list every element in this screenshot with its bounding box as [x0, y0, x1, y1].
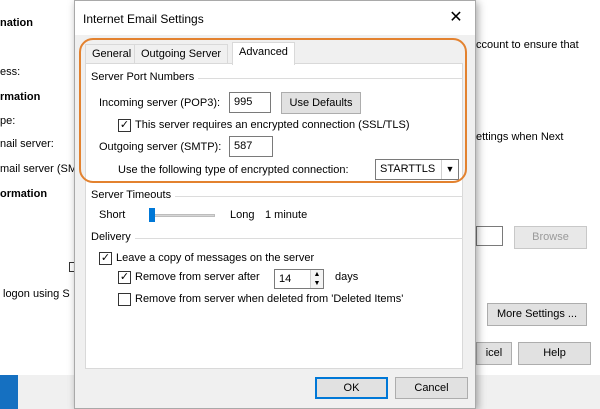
delivery-heading: Delivery: [91, 231, 135, 243]
encryption-type-select[interactable]: STARTTLS ▼: [375, 159, 459, 180]
group-divider: [91, 238, 463, 239]
remove-deleted-label: Remove from server when deleted from 'De…: [135, 293, 404, 305]
timeout-value: 1 minute: [265, 209, 308, 221]
ssl-checkbox[interactable]: ✓: [118, 119, 131, 132]
internet-email-settings-dialog: Internet Email Settings ✕ General Outgoi…: [74, 0, 476, 409]
close-icon[interactable]: ✕: [447, 9, 465, 27]
tab-advanced[interactable]: Advanced: [232, 42, 295, 65]
server-timeouts-heading: Server Timeouts: [91, 189, 176, 201]
incoming-port-input[interactable]: 995: [229, 92, 271, 113]
chevron-down-icon: ▼: [441, 160, 458, 179]
bg-label: mail server (SM: [0, 163, 78, 175]
remove-after-days-stepper[interactable]: 14 ▲ ▼: [274, 269, 324, 289]
bg-label: nation: [0, 17, 33, 29]
days-label: days: [335, 271, 359, 283]
remove-after-checkbox[interactable]: ✓: [118, 271, 131, 284]
leave-copy-label: Leave a copy of messages on the server: [116, 252, 315, 264]
bg-label: pe:: [0, 115, 16, 127]
bg-label: ettings when Next: [476, 131, 564, 143]
taskbar-accent: [0, 375, 18, 409]
tab-outgoing-server[interactable]: Outgoing Server: [134, 44, 229, 64]
spin-up-icon[interactable]: ▲: [310, 270, 323, 279]
bg-cancel-button[interactable]: icel: [476, 342, 512, 365]
leave-copy-checkbox[interactable]: ✓: [99, 252, 112, 265]
outgoing-server-label: Outgoing server (SMTP):: [99, 141, 222, 153]
server-port-numbers-heading: Server Port Numbers: [91, 71, 199, 83]
ssl-label: This server requires an encrypted connec…: [135, 119, 410, 131]
remove-deleted-checkbox[interactable]: [118, 293, 131, 306]
timeout-long-label: Long: [230, 209, 255, 221]
bg-label: ormation: [0, 188, 48, 200]
browse-button[interactable]: Browse: [514, 226, 587, 249]
dialog-title: Internet Email Settings: [83, 12, 204, 26]
timeout-slider-track[interactable]: [149, 214, 215, 217]
bg-label: logon using S: [3, 288, 70, 300]
help-button[interactable]: Help: [518, 342, 591, 365]
timeout-slider-thumb[interactable]: [149, 208, 156, 222]
outgoing-port-input[interactable]: 587: [229, 136, 273, 157]
remove-after-days-value: 14: [279, 273, 292, 285]
bg-label: nail server:: [0, 138, 54, 150]
more-settings-button[interactable]: More Settings ...: [487, 303, 587, 326]
title-bar: Internet Email Settings ✕: [75, 1, 475, 35]
tab-general[interactable]: General: [85, 44, 139, 64]
bg-text-field[interactable]: [476, 226, 503, 246]
bg-label: ccount to ensure that: [476, 39, 579, 51]
bg-label: ess:: [0, 66, 21, 78]
ok-button[interactable]: OK: [315, 377, 388, 399]
encryption-type-label: Use the following type of encrypted conn…: [118, 164, 349, 176]
encryption-type-value: STARTTLS: [380, 163, 436, 175]
cancel-button[interactable]: Cancel: [395, 377, 468, 399]
bg-label: rmation: [0, 91, 41, 103]
incoming-server-label: Incoming server (POP3):: [99, 97, 221, 109]
use-defaults-button[interactable]: Use Defaults: [281, 92, 361, 114]
timeout-short-label: Short: [99, 209, 126, 221]
spin-down-icon[interactable]: ▼: [310, 279, 323, 288]
remove-after-label: Remove from server after: [135, 271, 260, 283]
